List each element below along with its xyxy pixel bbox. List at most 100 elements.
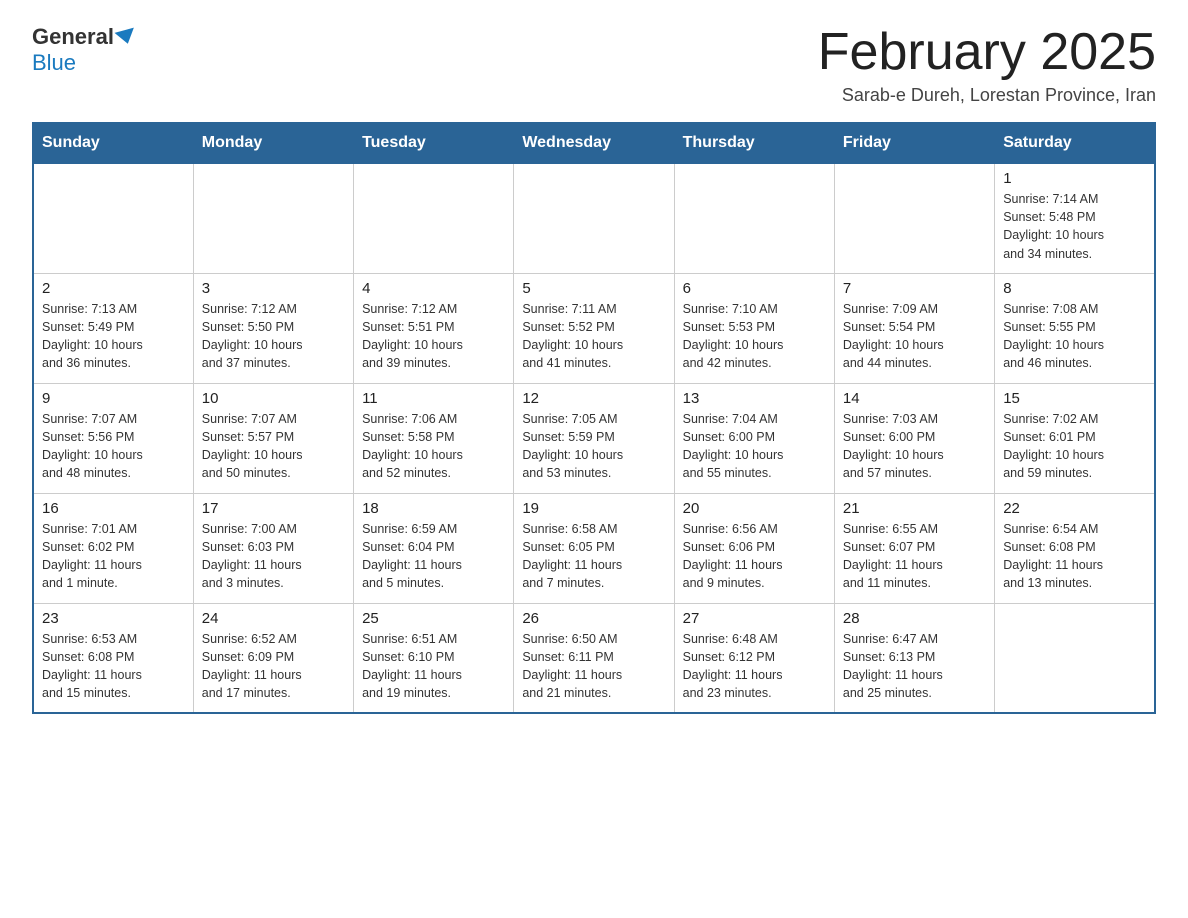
logo-triangle-icon bbox=[114, 28, 137, 47]
day-number: 4 bbox=[362, 280, 505, 297]
day-info: Sunrise: 7:05 AMSunset: 5:59 PMDaylight:… bbox=[522, 410, 665, 483]
day-info: Sunrise: 7:07 AMSunset: 5:57 PMDaylight:… bbox=[202, 410, 345, 483]
calendar-day-cell: 2 Sunrise: 7:13 AMSunset: 5:49 PMDaylight… bbox=[33, 273, 193, 383]
calendar-day-cell: 11 Sunrise: 7:06 AMSunset: 5:58 PMDayligh… bbox=[354, 383, 514, 493]
logo-blue-text: Blue bbox=[32, 50, 76, 75]
day-number: 24 bbox=[202, 610, 345, 627]
day-number: 8 bbox=[1003, 280, 1146, 297]
day-info: Sunrise: 6:59 AMSunset: 6:04 PMDaylight:… bbox=[362, 520, 505, 593]
day-info: Sunrise: 6:47 AMSunset: 6:13 PMDaylight:… bbox=[843, 630, 986, 703]
calendar-day-cell bbox=[193, 163, 353, 273]
day-number: 17 bbox=[202, 500, 345, 517]
calendar-day-cell: 23 Sunrise: 6:53 AMSunset: 6:08 PMDayligh… bbox=[33, 603, 193, 713]
calendar-day-cell: 13 Sunrise: 7:04 AMSunset: 6:00 PMDayligh… bbox=[674, 383, 834, 493]
calendar-week-row: 1 Sunrise: 7:14 AMSunset: 5:48 PMDaylight… bbox=[33, 163, 1155, 273]
day-info: Sunrise: 6:53 AMSunset: 6:08 PMDaylight:… bbox=[42, 630, 185, 703]
calendar-week-row: 23 Sunrise: 6:53 AMSunset: 6:08 PMDayligh… bbox=[33, 603, 1155, 713]
day-info: Sunrise: 6:50 AMSunset: 6:11 PMDaylight:… bbox=[522, 630, 665, 703]
day-number: 1 bbox=[1003, 170, 1146, 187]
calendar-day-cell bbox=[354, 163, 514, 273]
day-info: Sunrise: 6:56 AMSunset: 6:06 PMDaylight:… bbox=[683, 520, 826, 593]
calendar-day-cell: 6 Sunrise: 7:10 AMSunset: 5:53 PMDaylight… bbox=[674, 273, 834, 383]
calendar-day-cell: 25 Sunrise: 6:51 AMSunset: 6:10 PMDayligh… bbox=[354, 603, 514, 713]
day-number: 22 bbox=[1003, 500, 1146, 517]
day-info: Sunrise: 7:08 AMSunset: 5:55 PMDaylight:… bbox=[1003, 300, 1146, 373]
calendar-day-cell: 27 Sunrise: 6:48 AMSunset: 6:12 PMDayligh… bbox=[674, 603, 834, 713]
calendar-day-cell bbox=[514, 163, 674, 273]
day-number: 18 bbox=[362, 500, 505, 517]
day-number: 3 bbox=[202, 280, 345, 297]
day-of-week-header: Monday bbox=[193, 123, 353, 163]
day-number: 13 bbox=[683, 390, 826, 407]
day-number: 6 bbox=[683, 280, 826, 297]
day-number: 12 bbox=[522, 390, 665, 407]
day-info: Sunrise: 6:48 AMSunset: 6:12 PMDaylight:… bbox=[683, 630, 826, 703]
day-info: Sunrise: 6:51 AMSunset: 6:10 PMDaylight:… bbox=[362, 630, 505, 703]
day-of-week-header: Friday bbox=[834, 123, 994, 163]
calendar-day-cell: 18 Sunrise: 6:59 AMSunset: 6:04 PMDayligh… bbox=[354, 493, 514, 603]
day-info: Sunrise: 7:11 AMSunset: 5:52 PMDaylight:… bbox=[522, 300, 665, 373]
calendar-day-cell: 7 Sunrise: 7:09 AMSunset: 5:54 PMDaylight… bbox=[834, 273, 994, 383]
day-number: 27 bbox=[683, 610, 826, 627]
calendar-day-cell: 28 Sunrise: 6:47 AMSunset: 6:13 PMDayligh… bbox=[834, 603, 994, 713]
calendar-day-cell bbox=[33, 163, 193, 273]
day-number: 25 bbox=[362, 610, 505, 627]
calendar-day-cell bbox=[995, 603, 1155, 713]
calendar-day-cell: 8 Sunrise: 7:08 AMSunset: 5:55 PMDaylight… bbox=[995, 273, 1155, 383]
calendar-table: SundayMondayTuesdayWednesdayThursdayFrid… bbox=[32, 122, 1156, 714]
day-info: Sunrise: 7:12 AMSunset: 5:51 PMDaylight:… bbox=[362, 300, 505, 373]
calendar-day-cell: 14 Sunrise: 7:03 AMSunset: 6:00 PMDayligh… bbox=[834, 383, 994, 493]
calendar-header-row: SundayMondayTuesdayWednesdayThursdayFrid… bbox=[33, 123, 1155, 163]
day-number: 10 bbox=[202, 390, 345, 407]
day-number: 11 bbox=[362, 390, 505, 407]
day-info: Sunrise: 7:14 AMSunset: 5:48 PMDaylight:… bbox=[1003, 190, 1146, 263]
calendar-day-cell: 3Sunrise: 7:12 AMSunset: 5:50 PMDaylight… bbox=[193, 273, 353, 383]
day-number: 28 bbox=[843, 610, 986, 627]
day-info: Sunrise: 7:03 AMSunset: 6:00 PMDaylight:… bbox=[843, 410, 986, 483]
title-block: February 2025 Sarab-e Dureh, Lorestan Pr… bbox=[818, 24, 1156, 106]
day-info: Sunrise: 7:09 AMSunset: 5:54 PMDaylight:… bbox=[843, 300, 986, 373]
calendar-day-cell: 24 Sunrise: 6:52 AMSunset: 6:09 PMDayligh… bbox=[193, 603, 353, 713]
calendar-day-cell bbox=[834, 163, 994, 273]
day-number: 15 bbox=[1003, 390, 1146, 407]
day-info: Sunrise: 7:04 AMSunset: 6:00 PMDaylight:… bbox=[683, 410, 826, 483]
logo-general-text: General bbox=[32, 24, 114, 50]
day-number: 21 bbox=[843, 500, 986, 517]
calendar-day-cell: 12 Sunrise: 7:05 AMSunset: 5:59 PMDayligh… bbox=[514, 383, 674, 493]
day-of-week-header: Thursday bbox=[674, 123, 834, 163]
calendar-day-cell: 20Sunrise: 6:56 AMSunset: 6:06 PMDayligh… bbox=[674, 493, 834, 603]
day-number: 5 bbox=[522, 280, 665, 297]
day-info: Sunrise: 7:10 AMSunset: 5:53 PMDaylight:… bbox=[683, 300, 826, 373]
day-info: Sunrise: 7:06 AMSunset: 5:58 PMDaylight:… bbox=[362, 410, 505, 483]
day-info: Sunrise: 7:01 AMSunset: 6:02 PMDaylight:… bbox=[42, 520, 185, 593]
day-number: 23 bbox=[42, 610, 185, 627]
day-info: Sunrise: 6:54 AMSunset: 6:08 PMDaylight:… bbox=[1003, 520, 1146, 593]
calendar-day-cell: 21Sunrise: 6:55 AMSunset: 6:07 PMDayligh… bbox=[834, 493, 994, 603]
day-of-week-header: Saturday bbox=[995, 123, 1155, 163]
page-header: General Blue February 2025 Sarab-e Dureh… bbox=[32, 24, 1156, 106]
day-info: Sunrise: 7:02 AMSunset: 6:01 PMDaylight:… bbox=[1003, 410, 1146, 483]
calendar-day-cell bbox=[674, 163, 834, 273]
day-info: Sunrise: 6:52 AMSunset: 6:09 PMDaylight:… bbox=[202, 630, 345, 703]
day-info: Sunrise: 7:07 AMSunset: 5:56 PMDaylight:… bbox=[42, 410, 185, 483]
calendar-day-cell: 4 Sunrise: 7:12 AMSunset: 5:51 PMDaylight… bbox=[354, 273, 514, 383]
calendar-day-cell: 26 Sunrise: 6:50 AMSunset: 6:11 PMDayligh… bbox=[514, 603, 674, 713]
calendar-day-cell: 22 Sunrise: 6:54 AMSunset: 6:08 PMDayligh… bbox=[995, 493, 1155, 603]
calendar-day-cell: 9 Sunrise: 7:07 AMSunset: 5:56 PMDaylight… bbox=[33, 383, 193, 493]
logo: General Blue bbox=[32, 24, 138, 76]
day-number: 16 bbox=[42, 500, 185, 517]
day-number: 9 bbox=[42, 390, 185, 407]
day-info: Sunrise: 7:13 AMSunset: 5:49 PMDaylight:… bbox=[42, 300, 185, 373]
calendar-week-row: 2 Sunrise: 7:13 AMSunset: 5:49 PMDaylight… bbox=[33, 273, 1155, 383]
calendar-day-cell: 15 Sunrise: 7:02 AMSunset: 6:01 PMDayligh… bbox=[995, 383, 1155, 493]
day-of-week-header: Sunday bbox=[33, 123, 193, 163]
day-number: 26 bbox=[522, 610, 665, 627]
calendar-day-cell: 16 Sunrise: 7:01 AMSunset: 6:02 PMDayligh… bbox=[33, 493, 193, 603]
day-number: 19 bbox=[522, 500, 665, 517]
calendar-day-cell: 10 Sunrise: 7:07 AMSunset: 5:57 PMDayligh… bbox=[193, 383, 353, 493]
calendar-week-row: 9 Sunrise: 7:07 AMSunset: 5:56 PMDaylight… bbox=[33, 383, 1155, 493]
month-title: February 2025 bbox=[818, 24, 1156, 81]
day-number: 7 bbox=[843, 280, 986, 297]
day-number: 2 bbox=[42, 280, 185, 297]
day-number: 14 bbox=[843, 390, 986, 407]
